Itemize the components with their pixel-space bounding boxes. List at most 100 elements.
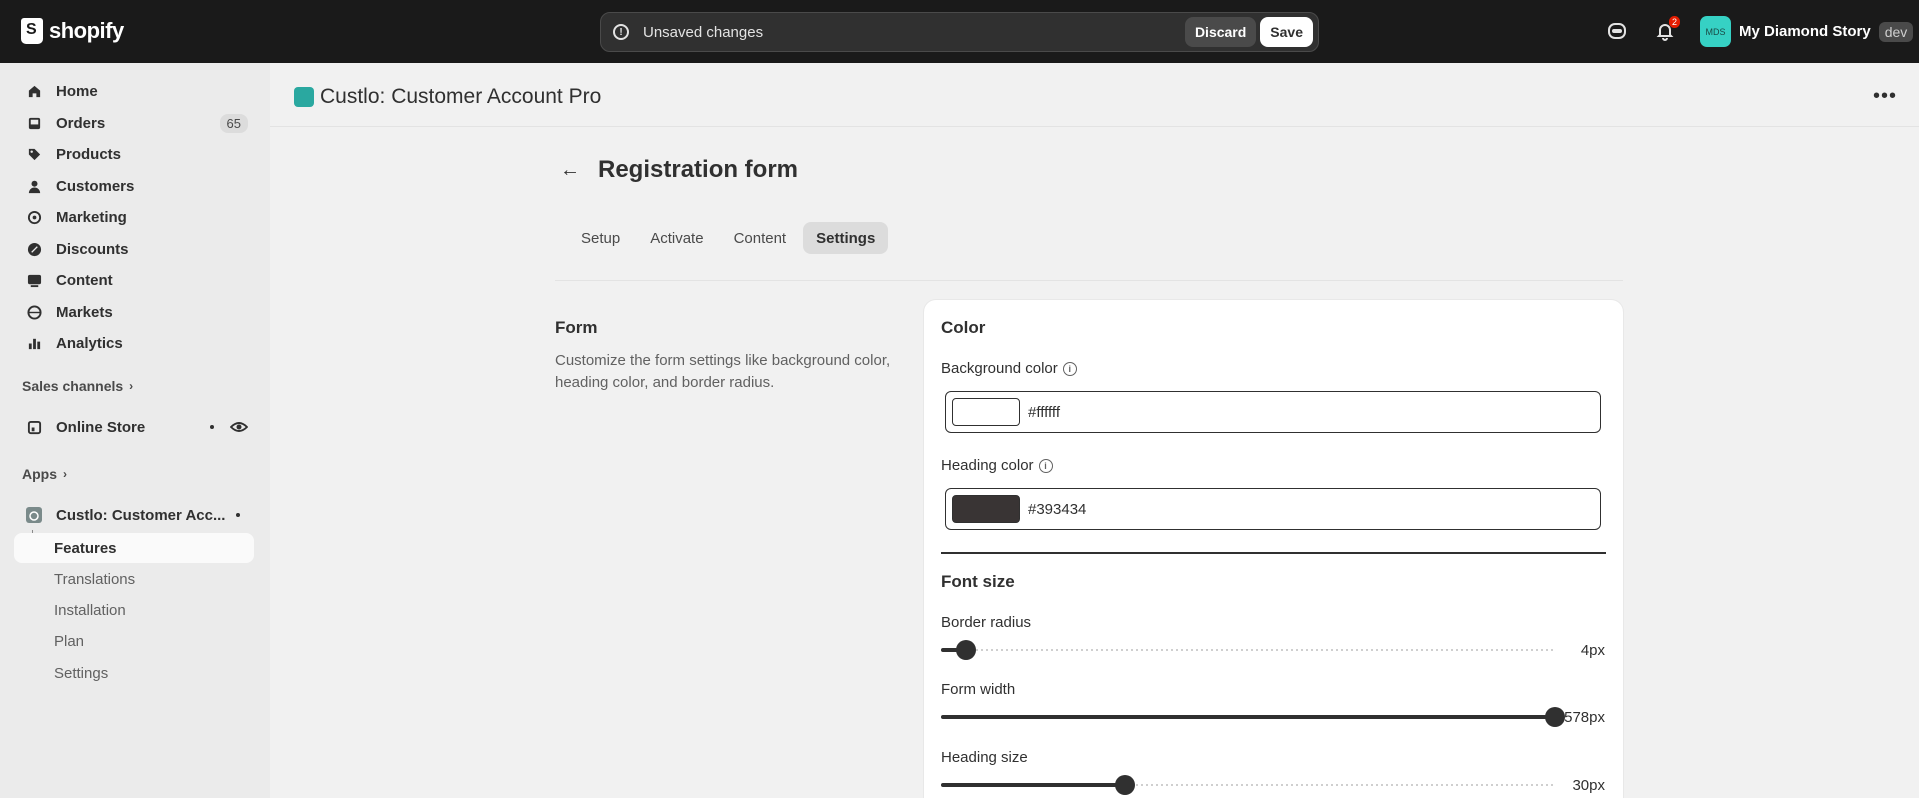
heading-color-value: #393434 <box>1028 500 1087 518</box>
bell-icon[interactable]: 2 <box>1654 16 1680 42</box>
slider-fill <box>941 715 1555 719</box>
sidebar-subitem-label: Installation <box>54 601 126 619</box>
sidebar-item-marketing[interactable]: Marketing <box>14 202 254 232</box>
store-icon <box>26 419 42 435</box>
alert-circle-icon: ! <box>613 24 629 40</box>
notification-badge: 2 <box>1668 16 1680 28</box>
background-color-input[interactable]: #ffffff <box>945 391 1601 433</box>
slider-value: 4px <box>1580 641 1605 659</box>
sidebar-subitem-settings[interactable]: Settings <box>14 658 254 688</box>
sidebar-subitem-label: Features <box>54 539 117 557</box>
apps-heading[interactable]: Apps › <box>22 466 67 482</box>
app-title-text: Custlo: Customer Account Pro <box>320 85 602 108</box>
tab-activate[interactable]: Activate <box>637 222 716 254</box>
border-radius-slider[interactable]: 4px <box>941 640 1605 660</box>
sidebar-subitem-label: Translations <box>54 570 136 588</box>
tag-icon <box>26 146 42 162</box>
color-heading: Color <box>941 318 986 337</box>
sidebar-item-home[interactable]: Home <box>14 76 254 106</box>
slider-thumb[interactable] <box>955 640 976 660</box>
slider-track[interactable] <box>941 640 1555 660</box>
sidebar-item-label: Discounts <box>56 240 129 258</box>
sidekick-icon[interactable] <box>1606 20 1628 42</box>
sidebar-item-label: Products <box>56 145 122 163</box>
app-header: Custlo: Customer Account Pro ••• <box>270 63 1919 127</box>
home-icon <box>26 83 42 99</box>
orders-count-badge: 65 <box>219 113 248 133</box>
slider-value: 30px <box>1572 776 1605 794</box>
globe-icon <box>26 304 42 320</box>
back-arrow-icon[interactable]: ← <box>560 159 580 182</box>
background-color-label: Background color i <box>941 360 1077 377</box>
sidebar-item-analytics[interactable]: Analytics <box>14 328 254 358</box>
sidebar-subitem-label: Settings <box>54 664 109 682</box>
border-radius-label: Border radius <box>941 614 1032 631</box>
apps-label: Apps <box>22 466 57 482</box>
sidebar-item-products[interactable]: Products <box>14 139 254 169</box>
heading-color-label: Heading color i <box>941 457 1053 474</box>
heading-color-input[interactable]: #393434 <box>945 488 1601 530</box>
slider-fill <box>941 783 1126 787</box>
sales-channels-heading[interactable]: Sales channels › <box>22 378 133 394</box>
discard-button[interactable]: Discard <box>1184 17 1257 47</box>
store-menu[interactable]: MDS My Diamond Story dev <box>1700 16 1914 47</box>
sidebar-subitem-label: Plan <box>54 632 85 650</box>
sidebar-item-custlo-app[interactable]: Custlo: Customer Acc... <box>14 500 254 530</box>
tab-bar: Setup Activate Content Settings <box>568 222 889 254</box>
heading-size-slider[interactable]: 30px <box>941 775 1605 795</box>
shopify-logo[interactable]: shopify <box>21 18 124 44</box>
sidebar-item-discounts[interactable]: Discounts <box>14 234 254 264</box>
info-icon[interactable]: i <box>1062 361 1077 376</box>
sidebar-item-content[interactable]: Content <box>14 265 254 295</box>
sidebar-subitem-installation[interactable]: Installation <box>14 595 254 625</box>
slider-track[interactable] <box>941 707 1565 727</box>
background-color-swatch[interactable] <box>952 398 1020 426</box>
sidebar-item-label: Customers <box>56 177 135 195</box>
sidebar-item-label: Analytics <box>56 334 123 352</box>
save-button[interactable]: Save <box>1260 17 1313 47</box>
store-tag: dev <box>1878 21 1914 42</box>
slider-track[interactable] <box>941 775 1555 795</box>
sales-channels-label: Sales channels <box>22 378 124 394</box>
unsaved-changes-bar: ! Unsaved changes Discard Save <box>600 12 1319 52</box>
sidebar-item-label: Custlo: Customer Acc... <box>56 506 226 524</box>
tab-settings[interactable]: Settings <box>803 222 889 254</box>
sidebar-item-label: Marketing <box>56 208 127 226</box>
more-options-icon[interactable]: ••• <box>1873 85 1897 108</box>
sidebar-item-markets[interactable]: Markets <box>14 297 254 327</box>
status-dot <box>210 425 214 429</box>
app-title: Custlo: Customer Account Pro <box>294 85 601 109</box>
brand-name: shopify <box>49 18 124 43</box>
sidebar-subitem-plan[interactable]: Plan <box>14 626 254 656</box>
sidebar-item-online-store[interactable]: Online Store <box>14 412 254 442</box>
form-width-slider[interactable]: 578px <box>941 707 1605 727</box>
status-dot <box>236 513 240 517</box>
slider-thumb[interactable] <box>1545 707 1565 727</box>
sidebar-item-label: Content <box>56 271 113 289</box>
unsaved-message: Unsaved changes <box>643 23 764 41</box>
eye-icon[interactable] <box>229 419 249 439</box>
sidebar-subitem-translations[interactable]: Translations <box>14 564 254 594</box>
app-logo-icon <box>26 507 42 523</box>
top-bar: shopify ! Unsaved changes Discard Save 2… <box>0 0 1919 63</box>
sidebar-item-label: Markets <box>56 303 113 321</box>
section-title: Form <box>555 318 598 337</box>
heading-size-label: Heading size <box>941 749 1028 766</box>
page-title: Registration form <box>598 156 799 183</box>
sidebar: Home Orders 65 Products Customers Market… <box>0 63 270 798</box>
info-icon[interactable]: i <box>1038 458 1053 473</box>
tab-content[interactable]: Content <box>721 222 800 254</box>
sidebar-item-orders[interactable]: Orders 65 <box>14 108 254 138</box>
section-description: Customize the form settings like backgro… <box>555 352 891 391</box>
divider <box>555 280 1623 281</box>
tab-setup[interactable]: Setup <box>568 222 633 254</box>
store-name: My Diamond Story <box>1739 23 1871 40</box>
sidebar-subitem-features[interactable]: Features <box>14 533 254 563</box>
sidebar-item-customers[interactable]: Customers <box>14 171 254 201</box>
chevron-right-icon: › <box>63 467 67 481</box>
settings-card: Color Background color i #ffffff Heading… <box>924 300 1623 798</box>
page-header: ← Registration form <box>560 156 798 184</box>
slider-thumb[interactable] <box>1115 775 1136 795</box>
heading-color-swatch[interactable] <box>952 495 1020 523</box>
store-avatar: MDS <box>1700 16 1731 47</box>
